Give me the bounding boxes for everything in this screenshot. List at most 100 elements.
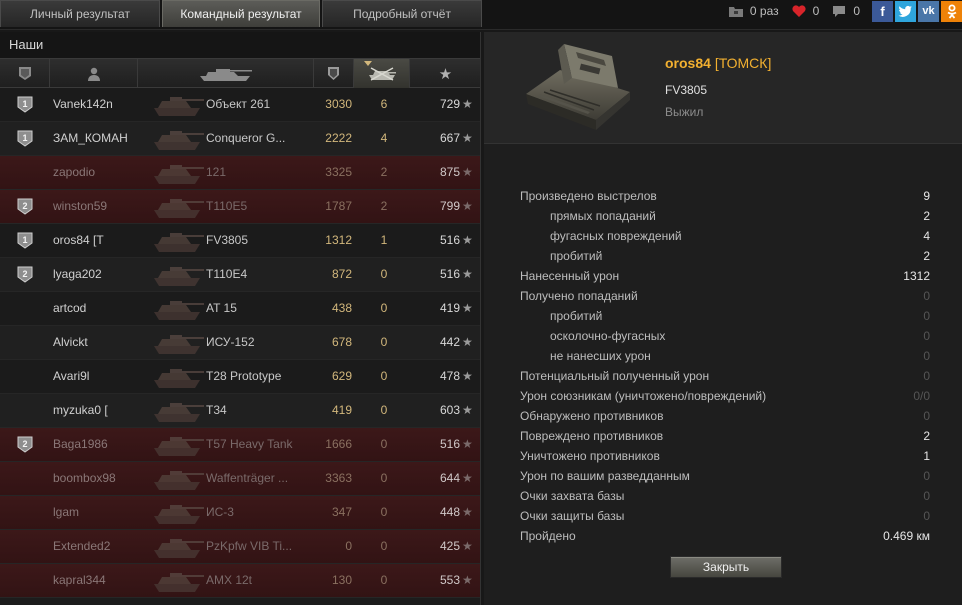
tank-thumbnail xyxy=(154,335,204,354)
experience-cell: 603 xyxy=(439,403,460,417)
stat-value: 0 xyxy=(923,489,930,503)
stat-value: 0 xyxy=(923,409,930,423)
table-row[interactable]: lgam ИС-3 347 0 448 ★ xyxy=(0,496,480,530)
player-name-cell: artcod xyxy=(53,301,87,315)
experience-cell: 448 xyxy=(439,505,460,519)
star-icon: ★ xyxy=(462,573,473,587)
column-player[interactable] xyxy=(50,59,138,88)
player-name-cell: kapral344 xyxy=(53,573,106,587)
table-row[interactable]: 2 winston59 T110E5 1787 2 799 ★ xyxy=(0,190,480,224)
vehicle-name-cell: ИС-3 xyxy=(206,505,234,519)
experience-cell: 729 xyxy=(439,97,460,111)
vehicle-name-cell: T110E5 xyxy=(206,199,248,213)
column-kills[interactable] xyxy=(354,59,410,88)
tab-team-result[interactable]: Командный результат xyxy=(162,0,320,27)
star-icon: ★ xyxy=(462,335,473,349)
player-name-cell: myzuka0 [ xyxy=(53,403,108,417)
tank-thumbnail xyxy=(154,505,204,524)
stat-row: Очки защиты базы 0 xyxy=(520,506,930,526)
experience-cell: 553 xyxy=(439,573,460,587)
player-vehicle: FV3805 xyxy=(665,83,708,97)
player-name-cell: Alvickt xyxy=(53,335,88,349)
table-row[interactable]: 2 Baga1986 T57 Heavy Tank 1666 0 516 ★ xyxy=(0,428,480,462)
table-row[interactable]: Extended2 PzKpfw VIB Ti... 0 0 425 ★ xyxy=(0,530,480,564)
likes-stat[interactable]: 0 xyxy=(791,4,819,18)
stat-row: фугасных повреждений 4 xyxy=(520,226,930,246)
vk-share-button[interactable]: vk xyxy=(918,0,939,22)
stat-row: Произведено выстрелов 9 xyxy=(520,186,930,206)
experience-cell: 516 xyxy=(439,233,460,247)
player-name-cell: Avari9l xyxy=(53,369,90,383)
star-icon: ★ xyxy=(462,539,473,553)
star-icon: ★ xyxy=(462,131,473,145)
damage-cell: 3325 xyxy=(325,165,352,179)
damage-cell: 872 xyxy=(331,267,352,281)
stat-label: прямых попаданий xyxy=(550,209,656,223)
tab-detailed-report[interactable]: Подробный отчёт xyxy=(322,0,482,27)
table-row[interactable]: Avari9l T28 Prototype 629 0 478 ★ xyxy=(0,360,480,394)
column-experience[interactable]: ★ xyxy=(410,59,481,88)
stat-row: Пройдено 0.469 км xyxy=(520,526,930,546)
table-row[interactable]: myzuka0 [T34 419 0 603 ★ xyxy=(0,394,480,428)
stat-value: 0 xyxy=(923,469,930,483)
stat-value: 0 xyxy=(923,329,930,343)
table-row[interactable]: 1 ЗАМ_КОМАН Conqueror G... 2222 4 667 ★ xyxy=(0,122,480,156)
close-button[interactable]: Закрыть xyxy=(670,556,782,578)
column-damage[interactable] xyxy=(314,59,354,88)
player-header: oros84 [ТОМСК] FV3805 Выжил xyxy=(484,32,962,144)
stat-label: Потенциальный полученный урон xyxy=(520,369,710,383)
stat-label: Обнаружено противников xyxy=(520,409,664,423)
table-row[interactable]: Alvickt ИСУ-152 678 0 442 ★ xyxy=(0,326,480,360)
experience-cell: 442 xyxy=(439,335,460,349)
table-row[interactable]: boombox98 Waffenträger ... 3363 0 644 ★ xyxy=(0,462,480,496)
stat-row: осколочно-фугасных 0 xyxy=(520,326,930,346)
kills-cell: 0 xyxy=(380,301,388,315)
player-name-cell: Baga1986 xyxy=(53,437,108,451)
stat-label: фугасных повреждений xyxy=(550,229,682,243)
experience-cell: 419 xyxy=(439,301,460,315)
star-icon: ★ xyxy=(462,199,473,213)
damage-cell: 1312 xyxy=(325,233,352,247)
table-row[interactable]: 1 oros84 [T FV3805 1312 1 516 ★ xyxy=(0,224,480,258)
team-rows: 1 Vanek142n Объект 261 3030 6 729 ★ 1 ЗАМ_КОМАН C… xyxy=(0,88,480,598)
stat-row: Получено попаданий 0 xyxy=(520,286,930,306)
stat-row: Очки захвата базы 0 xyxy=(520,486,930,506)
stat-value: 0 xyxy=(923,309,930,323)
rank-badge-icon: 1 xyxy=(17,96,33,113)
stat-value: 9 xyxy=(923,189,930,203)
vehicle-name-cell: Waffenträger ... xyxy=(206,471,289,485)
battles-count: 0 раз xyxy=(749,4,779,18)
table-row[interactable]: 1 Vanek142n Объект 261 3030 6 729 ★ xyxy=(0,88,480,122)
table-row[interactable]: 2 lyaga202 T110E4 872 0 516 ★ xyxy=(0,258,480,292)
star-icon: ★ xyxy=(462,471,473,485)
facebook-share-button[interactable]: f xyxy=(872,0,893,22)
tank-thumbnail xyxy=(154,403,204,422)
table-row[interactable]: artcod AT 15 438 0 419 ★ xyxy=(0,292,480,326)
kills-cell: 0 xyxy=(380,369,388,383)
kills-cell: 0 xyxy=(380,403,388,417)
tab-personal-result[interactable]: Личный результат xyxy=(0,0,160,27)
table-row[interactable]: zapodio 121 3325 2 875 ★ xyxy=(0,156,480,190)
stat-row: прямых попаданий 2 xyxy=(520,206,930,226)
player-name: oros84 [ТОМСК] xyxy=(665,55,771,71)
tank-thumbnail xyxy=(154,369,204,388)
column-vehicle[interactable] xyxy=(138,59,314,88)
damage-cell: 1787 xyxy=(325,199,352,213)
stat-row: Потенциальный полученный урон 0 xyxy=(520,366,930,386)
table-row[interactable]: kapral344 AMX 12t 130 0 553 ★ xyxy=(0,564,480,598)
rank-badge-icon: 2 xyxy=(17,198,33,215)
facebook-icon: f xyxy=(880,3,885,19)
kills-cell: 0 xyxy=(380,539,388,553)
vehicle-name-cell: T34 xyxy=(206,403,227,417)
stat-value: 1 xyxy=(923,449,930,463)
column-rank[interactable] xyxy=(0,59,50,88)
stat-value: 0/0 xyxy=(913,389,930,403)
odnoklassniki-share-button[interactable] xyxy=(941,0,962,22)
stat-row: Нанесенный урон 1312 xyxy=(520,266,930,286)
damage-cell: 347 xyxy=(331,505,352,519)
kills-cell: 0 xyxy=(380,505,388,519)
comments-stat[interactable]: 0 xyxy=(831,4,860,18)
stat-value: 0 xyxy=(923,289,930,303)
stat-label: пробитий xyxy=(550,249,603,263)
twitter-share-button[interactable] xyxy=(895,0,916,22)
